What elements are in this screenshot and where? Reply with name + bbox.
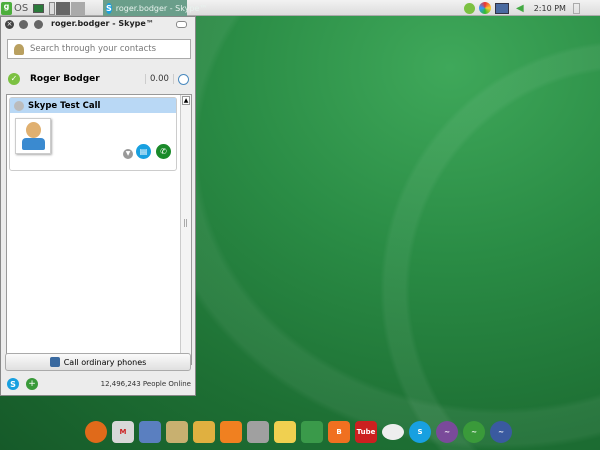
paint-icon[interactable]: [166, 421, 188, 443]
finance-icon[interactable]: [301, 421, 323, 443]
skype-window: × roger.bodger - Skype™ Search through y…: [0, 16, 196, 396]
network-icon[interactable]: [495, 2, 509, 14]
youtube-icon[interactable]: Tube: [355, 421, 377, 443]
files-icon[interactable]: [193, 421, 215, 443]
contact-list: Skype Test Call ▼ ▤ ✆ ▲ ▼: [6, 94, 192, 365]
trash-icon[interactable]: [572, 2, 580, 14]
online-status-icon[interactable]: ✓: [8, 73, 20, 85]
chat-icon[interactable]: ▤: [136, 144, 151, 159]
close-icon[interactable]: ×: [5, 20, 14, 29]
calendar-icon[interactable]: [139, 421, 161, 443]
desktop-icon[interactable]: [33, 3, 45, 13]
minimize-icon[interactable]: [19, 20, 28, 29]
dock: M B Tube S ~ ~ ~: [85, 421, 512, 443]
openoffice-impress-icon[interactable]: ~: [436, 421, 458, 443]
shopping-icon[interactable]: [274, 421, 296, 443]
list-item[interactable]: Skype Test Call ▼ ▤ ✆: [9, 97, 177, 171]
rss-icon[interactable]: [220, 421, 242, 443]
skype-icon: S: [106, 2, 112, 14]
scroll-grip[interactable]: [184, 219, 187, 227]
openoffice-calc-icon[interactable]: ~: [463, 421, 485, 443]
scrollbar[interactable]: ▲ ▼: [180, 95, 191, 364]
os-label: OS: [14, 2, 29, 14]
skype-credit[interactable]: 0.00: [145, 74, 174, 84]
tab-label: roger.bodger - Skype™: [115, 3, 208, 13]
online-count: 12,496,243 People Online: [100, 380, 191, 388]
taskbar: g OS Sroger.bodger - Skype™ ◀ 2:10 PM: [0, 0, 600, 16]
taskbar-window-skype[interactable]: Sroger.bodger - Skype™: [103, 0, 207, 16]
avatar: [15, 118, 51, 154]
gmail-icon[interactable]: M: [112, 421, 134, 443]
skype-status-icon[interactable]: [464, 2, 475, 14]
clock[interactable]: 2:10 PM: [534, 4, 566, 13]
volume-icon[interactable]: ◀: [516, 3, 524, 14]
contact-name: Skype Test Call: [28, 100, 101, 111]
search-placeholder: Search through your contacts: [30, 44, 157, 54]
maximize-icon[interactable]: [34, 20, 43, 29]
call-phones-label: Call ordinary phones: [63, 357, 147, 367]
user-row: ✓ Roger Bodger 0.00: [5, 69, 193, 89]
contact-status-icon: [14, 100, 24, 111]
title-bar[interactable]: × roger.bodger - Skype™: [1, 17, 195, 32]
history-clock-icon[interactable]: [178, 73, 189, 85]
scroll-up-icon[interactable]: ▲: [182, 96, 190, 105]
news-icon[interactable]: [247, 421, 269, 443]
shade-button[interactable]: [176, 21, 187, 28]
more-options-icon[interactable]: ▼: [123, 149, 133, 159]
openoffice-writer-icon[interactable]: ~: [490, 421, 512, 443]
user-name[interactable]: Roger Bodger: [30, 74, 100, 84]
status-bar: S + 12,496,243 People Online: [1, 374, 195, 394]
search-input[interactable]: Search through your contacts: [7, 39, 191, 59]
skypeout-icon: [49, 357, 60, 367]
skype-icon[interactable]: S: [409, 421, 431, 443]
call-icon[interactable]: ✆: [156, 144, 171, 159]
color-wheel-icon[interactable]: [479, 2, 491, 14]
os-logo-icon[interactable]: g: [1, 1, 12, 15]
workspace-switcher[interactable]: [49, 1, 86, 15]
contact-search-icon: [14, 43, 24, 55]
add-contact-icon[interactable]: +: [26, 378, 38, 390]
call-ordinary-phones-button[interactable]: Call ordinary phones: [5, 353, 191, 371]
chat-icon[interactable]: [382, 424, 404, 440]
window-title: roger.bodger - Skype™: [51, 19, 154, 28]
skype-menu-icon[interactable]: S: [7, 378, 19, 390]
firefox-icon[interactable]: [85, 421, 107, 443]
blogger-icon[interactable]: B: [328, 421, 350, 443]
